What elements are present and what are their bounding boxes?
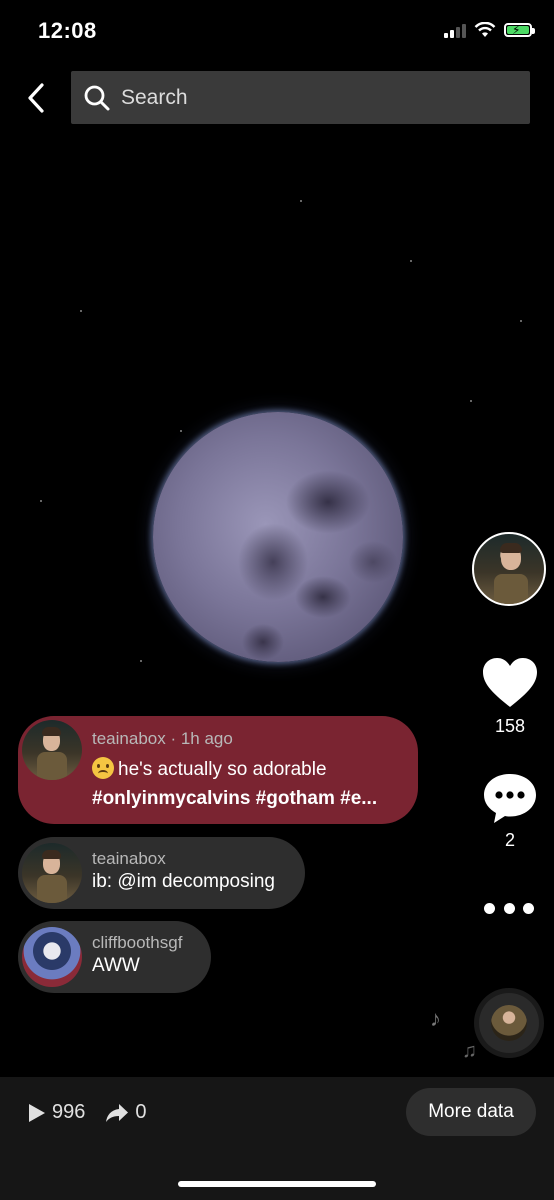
- comment-text: he's actually so adorable: [118, 759, 327, 780]
- moon-image: [153, 412, 403, 662]
- frown-emoji-icon: [92, 757, 114, 779]
- home-indicator: [178, 1181, 376, 1187]
- comment-item[interactable]: cliffboothsgf AWW: [18, 921, 211, 993]
- bottom-bar: 996 0 More data: [0, 1077, 554, 1200]
- music-note-icon-2: ♫: [462, 1040, 477, 1062]
- back-button[interactable]: [18, 78, 54, 118]
- commenter-avatar[interactable]: [22, 927, 82, 987]
- comment-username: cliffboothsgf: [92, 933, 183, 952]
- music-note-icon: ♪: [430, 1006, 441, 1031]
- comment-hashtags[interactable]: #onlyinmycalvins #gotham #e...: [92, 785, 377, 813]
- comment-icon[interactable]: [481, 771, 539, 825]
- signal-icon: [444, 22, 466, 38]
- heart-icon[interactable]: [481, 656, 539, 710]
- commenter-avatar[interactable]: [22, 843, 82, 903]
- music-disc[interactable]: [474, 988, 544, 1058]
- comment-meta: teainabox · 1h ago: [92, 729, 233, 748]
- video-stats: 996 0: [28, 1101, 147, 1124]
- search-bar[interactable]: [71, 71, 530, 124]
- creator-avatar[interactable]: [472, 532, 546, 606]
- play-count: 996: [52, 1101, 86, 1123]
- share-count: 0: [135, 1101, 147, 1123]
- comment-item-highlighted[interactable]: teainabox · 1h ago he's actually so ador…: [18, 716, 418, 824]
- comment-item[interactable]: teainabox ib: @im decomposing: [18, 837, 305, 909]
- commenter-avatar[interactable]: [22, 720, 82, 780]
- status-bar: 12:08 ⚡: [0, 0, 554, 64]
- share-icon: [106, 1103, 129, 1122]
- chevron-left-icon: [28, 83, 44, 113]
- search-icon: [84, 85, 110, 110]
- battery-icon: ⚡: [504, 23, 535, 37]
- comment-username: teainabox: [92, 849, 166, 868]
- comment-text: ib: @im decomposing: [92, 871, 275, 892]
- clock: 12:08: [38, 18, 97, 43]
- comment-count: 2: [504, 830, 515, 850]
- search-input[interactable]: [119, 84, 503, 111]
- status-icons: ⚡: [444, 22, 535, 38]
- more-data-button[interactable]: More data: [406, 1088, 536, 1136]
- comment-text: AWW: [92, 955, 140, 976]
- like-count: 158: [494, 716, 526, 736]
- wifi-icon: [474, 22, 496, 37]
- more-options-icon[interactable]: [484, 896, 534, 920]
- play-icon: [29, 1103, 45, 1122]
